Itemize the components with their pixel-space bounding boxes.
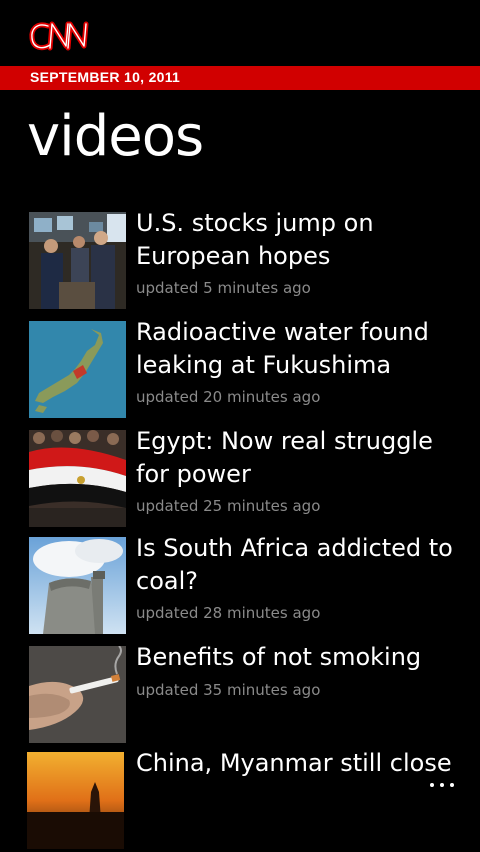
app-header [0, 0, 480, 66]
date-bar: SEPTEMBER 10, 2011 [0, 66, 480, 90]
cigarette-hand-thumbnail[interactable] [29, 646, 126, 743]
video-updated: updated 35 minutes ago [136, 681, 321, 699]
cnn-logo[interactable] [28, 16, 102, 56]
ellipsis-icon[interactable] [428, 778, 458, 792]
video-item-smoking[interactable]: Benefits of not smoking updated 35 minut… [0, 643, 480, 746]
video-item-stocks[interactable]: U.S. stocks jump on European hopes updat… [0, 209, 480, 312]
video-item-coal[interactable]: Is South Africa addicted to coal? update… [0, 534, 480, 637]
cooling-tower-thumbnail[interactable] [29, 537, 126, 634]
video-headline: Benefits of not smoking [136, 643, 422, 671]
video-headline: U.S. stocks jump on European hopes [136, 209, 374, 270]
date-text: SEPTEMBER 10, 2011 [30, 69, 181, 85]
video-updated: updated 20 minutes ago [136, 388, 321, 406]
video-updated: updated 5 minutes ago [136, 279, 311, 297]
page-title: videos [27, 104, 204, 169]
japan-map-thumbnail[interactable] [29, 321, 126, 418]
video-headline: Is South Africa addicted to coal? [136, 534, 453, 595]
video-updated: updated 28 minutes ago [136, 604, 321, 622]
video-item-fukushima[interactable]: Radioactive water found leaking at Fukus… [0, 318, 480, 421]
stock-traders-thumbnail[interactable] [29, 212, 126, 309]
video-headline: China, Myanmar still close [136, 749, 452, 777]
video-item-egypt[interactable]: Egypt: Now real struggle for power updat… [0, 427, 480, 530]
video-item-china[interactable]: China, Myanmar still close [0, 749, 480, 852]
video-headline: Egypt: Now real struggle for power [136, 427, 433, 488]
video-headline: Radioactive water found leaking at Fukus… [136, 318, 429, 379]
video-updated: updated 25 minutes ago [136, 497, 321, 515]
egypt-flag-crowd-thumbnail[interactable] [29, 430, 126, 527]
sunset-stupa-thumbnail[interactable] [27, 752, 124, 849]
